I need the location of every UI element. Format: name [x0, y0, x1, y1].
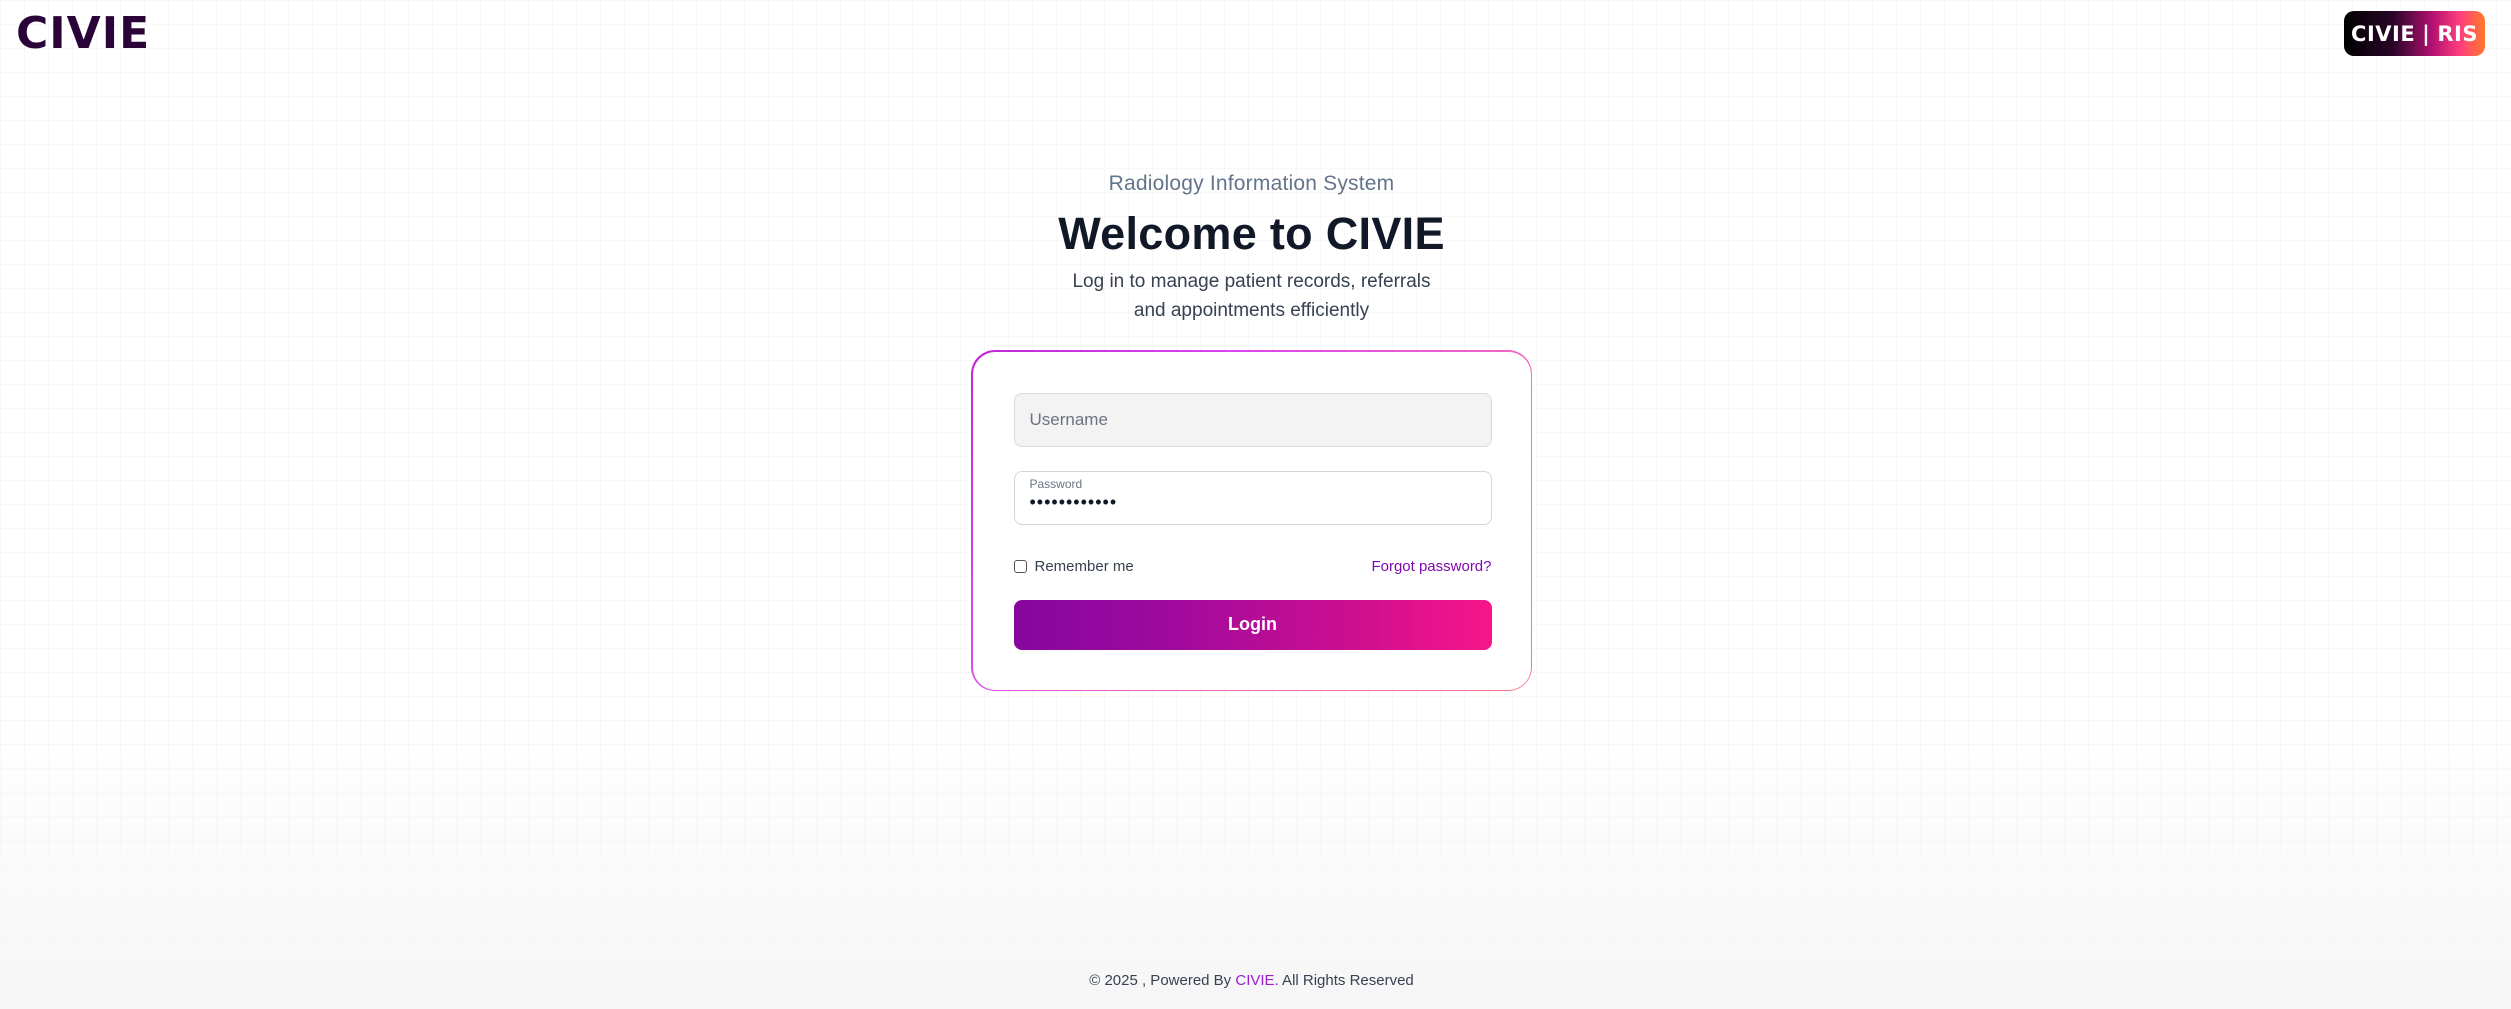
remember-me[interactable]: Remember me	[1013, 558, 1134, 575]
password-input[interactable]: Password ••••••••••••	[1013, 470, 1492, 525]
password-value: ••••••••••••	[1029, 491, 1118, 512]
badge-ris-text: RIS	[2437, 21, 2478, 46]
tagline-line-2: and appointments efficiently	[1133, 300, 1370, 321]
hero-section: Radiology Information System Welcome to …	[0, 172, 2503, 325]
civie-ris-badge: CIVIE | RIS	[2344, 11, 2485, 56]
page-title: Welcome to CIVIE	[1058, 208, 1445, 259]
remember-me-label[interactable]: Remember me	[1035, 558, 1134, 575]
footer-suffix: All Rights Reserved	[1278, 972, 1414, 989]
civie-logo[interactable]: CIVIE	[16, 12, 150, 56]
username-input[interactable]: Username	[1013, 392, 1492, 447]
username-placeholder: Username	[1029, 409, 1108, 429]
remember-me-checkbox[interactable]	[1013, 559, 1027, 573]
login-card: Username Password •••••••••••• Remember …	[971, 350, 1532, 691]
footer-copyright: © 2025 , Powered By CIVIE. All Rights Re…	[0, 972, 2503, 989]
login-form: Username Password •••••••••••• Remember …	[972, 351, 1531, 690]
login-options: Remember me Forgot password?	[1013, 555, 1492, 579]
login-button[interactable]: Login	[1013, 599, 1492, 650]
password-label: Password	[1029, 476, 1083, 491]
footer-prefix: © 2025 , Powered By	[1089, 972, 1236, 989]
page-subtitle: Radiology Information System	[1108, 172, 1395, 195]
footer-brand-link[interactable]: CIVIE.	[1235, 972, 1278, 989]
forgot-password-link[interactable]: Forgot password?	[1371, 558, 1491, 575]
tagline-line-1: Log in to manage patient records, referr…	[1072, 271, 1431, 292]
page-tagline: Log in to manage patient records, referr…	[0, 267, 2503, 325]
badge-civie-text: CIVIE	[2351, 21, 2416, 46]
badge-separator: |	[2422, 21, 2431, 46]
